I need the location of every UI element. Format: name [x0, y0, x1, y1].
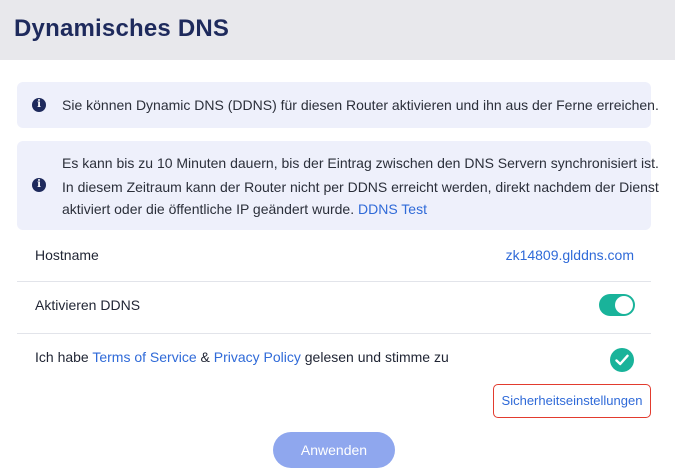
info-text: Sie können Dynamic DNS (DDNS) für diesen… — [62, 97, 659, 113]
ddns-toggle[interactable] — [599, 294, 635, 316]
privacy-policy-link[interactable]: Privacy Policy — [214, 349, 301, 365]
tos-label: Ich habe Terms of Service & Privacy Poli… — [35, 349, 449, 365]
security-settings-button[interactable]: Sicherheitseinstellungen — [493, 384, 651, 418]
toggle-knob — [615, 296, 633, 314]
tos-checkbox[interactable] — [610, 348, 634, 372]
info-text-line: aktiviert oder die öffentliche IP geände… — [62, 201, 427, 217]
hostname-value[interactable]: zk14809.glddns.com — [506, 247, 634, 263]
terms-of-service-link[interactable]: Terms of Service — [92, 349, 196, 365]
apply-button[interactable]: Anwenden — [273, 432, 395, 468]
ddns-row: Aktivieren DDNS — [17, 282, 651, 332]
info-icon: i — [32, 98, 46, 112]
info-box-sync: i Es kann bis zu 10 Minuten dauern, bis … — [17, 141, 659, 230]
page-header: Dynamisches DNS — [0, 0, 675, 60]
ddns-label: Aktivieren DDNS — [35, 297, 141, 313]
info-text-line: Es kann bis zu 10 Minuten dauern, bis de… — [62, 155, 659, 171]
info-icon: i — [32, 178, 46, 192]
ddns-test-link[interactable]: DDNS Test — [358, 201, 427, 217]
hostname-row: Hostname zk14809.glddns.com — [17, 232, 651, 282]
page-title: Dynamisches DNS — [14, 15, 230, 42]
check-icon — [615, 354, 629, 366]
info-box-ddns: i Sie können Dynamic DNS (DDNS) für dies… — [17, 82, 659, 128]
tos-amp: & — [200, 349, 210, 365]
info-text-line: In diesem Zeitraum kann der Router nicht… — [62, 179, 659, 195]
tos-row: Ich habe Terms of Service & Privacy Poli… — [17, 334, 651, 386]
tos-suffix: gelesen und stimme zu — [304, 349, 449, 365]
tos-prefix: Ich habe — [35, 349, 89, 365]
info-text-line-content: aktiviert oder die öffentliche IP geände… — [62, 201, 355, 217]
hostname-label: Hostname — [35, 247, 99, 263]
